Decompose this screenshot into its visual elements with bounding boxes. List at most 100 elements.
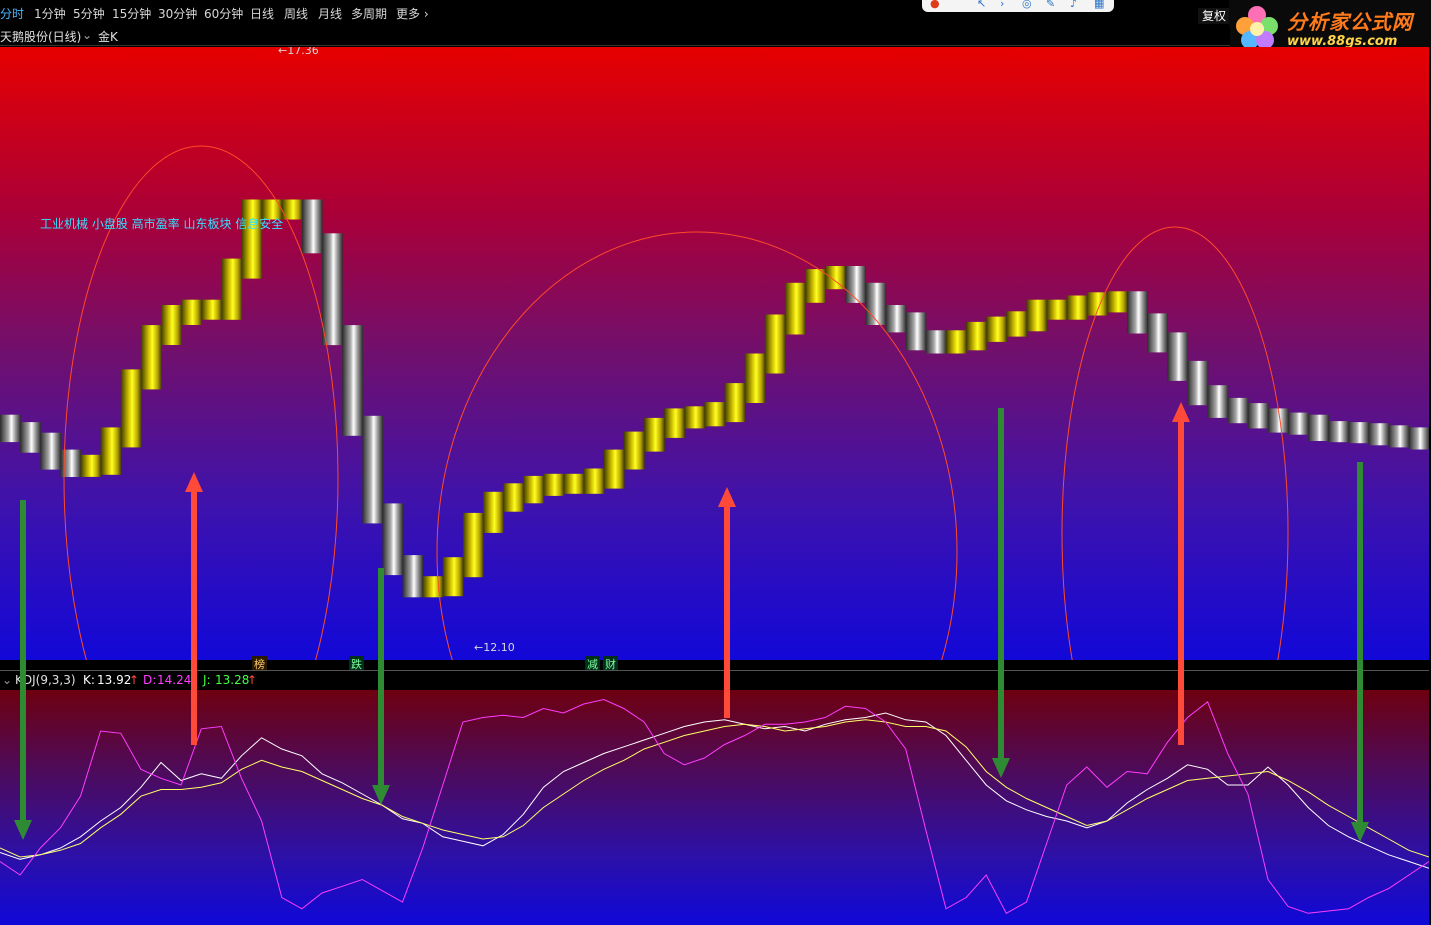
period-tab-more[interactable]: 更多 › (396, 6, 429, 22)
up-candle (120, 369, 142, 448)
up-candle (583, 468, 605, 494)
up-candle (784, 282, 806, 335)
up-candle (1107, 291, 1128, 313)
j-up-arrow-icon: ↑ (247, 673, 258, 687)
down-candle (1167, 332, 1189, 381)
up-candle (503, 483, 524, 512)
down-candle (1308, 414, 1329, 441)
up-candle (181, 299, 202, 325)
down-candle (40, 432, 61, 470)
up-candle (442, 557, 464, 597)
up-candle (704, 402, 726, 427)
target-icon[interactable]: ◎ (1022, 0, 1032, 10)
chart-title-bar: 天鹅股份(日线) ⌄ 金K (0, 27, 1230, 46)
down-candle (1368, 423, 1390, 446)
period-toolbar: 分时 1分钟 5分钟 15分钟 30分钟 60分钟 日线 周线 月线 多周期 更… (0, 0, 1431, 27)
kdj-header: ⌄ KDJ(9,3,3) K: 13.92 ↑ D: 14.24 ↓ J: 13… (0, 670, 1429, 691)
period-tab-1min[interactable]: 1分钟 (34, 6, 66, 22)
mic-icon[interactable]: ♪ (1070, 0, 1077, 10)
kdj-line-k (0, 712, 1429, 869)
down-candle (322, 233, 343, 346)
down-candle (1207, 385, 1229, 418)
up-candle (966, 321, 987, 351)
period-tab-30min[interactable]: 30分钟 (158, 6, 197, 22)
down-candle (1348, 422, 1370, 444)
kdj-name[interactable]: KDJ(9,3,3) (15, 673, 76, 687)
kdj-chart[interactable] (0, 690, 1429, 925)
dropdown-chevron-icon[interactable]: ⌄ (82, 28, 92, 42)
down-candle (905, 312, 927, 351)
floating-toolbar: ● ↖ › ◎ ✎ ♪ ▦ (922, 0, 1114, 12)
grid-icon[interactable]: ▦ (1094, 0, 1104, 10)
period-tab-daily[interactable]: 日线 (250, 6, 274, 22)
up-candle (764, 314, 786, 374)
arrow-icon[interactable]: › (1000, 0, 1004, 10)
up-candle (161, 305, 182, 345)
down-candle (1288, 412, 1309, 435)
down-candle (0, 414, 21, 443)
down-candle (20, 422, 41, 453)
stock-title: 天鹅股份(日线) (0, 30, 82, 44)
period-tab-multi[interactable]: 多周期 (351, 6, 387, 22)
down-candle (1187, 360, 1209, 406)
draw-icon[interactable]: ✎ (1046, 0, 1055, 10)
j-label: J: (203, 673, 211, 687)
down-candle (1328, 421, 1350, 443)
period-tab-5min[interactable]: 5分钟 (73, 6, 105, 22)
k-label: K: (83, 673, 95, 687)
more-label: 更多 (396, 7, 421, 21)
up-candle (744, 353, 766, 403)
period-tab-intraday[interactable]: 分时 (0, 6, 24, 22)
up-candle (483, 491, 504, 533)
up-candle (1066, 295, 1088, 320)
price-chart-panel[interactable]: 工业机械 小盘股 高市盈率 山东板块 信息安全 ←17.36 ←12.10 (0, 47, 1429, 660)
period-tab-15min[interactable]: 15分钟 (112, 6, 151, 22)
down-candle (1247, 403, 1269, 429)
logo-name: 分析家公式网 (1287, 10, 1413, 34)
up-candle (1046, 299, 1068, 320)
down-candle (362, 415, 383, 524)
down-candle (1127, 291, 1148, 334)
period-tab-monthly[interactable]: 月线 (318, 6, 342, 22)
down-candle (885, 305, 907, 333)
up-candle (623, 431, 645, 470)
up-candle (543, 473, 565, 496)
up-candle (1026, 299, 1048, 332)
up-candle (603, 449, 625, 489)
up-candle (986, 316, 1007, 342)
up-candle (422, 576, 444, 598)
price-band-candles (0, 199, 1429, 598)
down-candle (301, 199, 323, 254)
period-tab-60min[interactable]: 60分钟 (204, 6, 243, 22)
down-candle (402, 555, 424, 598)
fuquan-button[interactable]: 复权 (1198, 8, 1231, 24)
signal-strip: 榜 跌 减 财 (0, 656, 1429, 672)
up-candle (563, 473, 585, 494)
d-label: D: (143, 673, 157, 687)
up-candle (805, 269, 826, 303)
period-tab-weekly[interactable]: 周线 (284, 6, 308, 22)
price-chart[interactable] (0, 47, 1429, 660)
down-candle (865, 282, 887, 325)
up-candle (462, 512, 484, 578)
d-down-arrow-icon: ↓ (189, 673, 200, 687)
up-candle (946, 330, 967, 354)
j-value: 13.28 (215, 673, 250, 687)
down-candle (1388, 425, 1410, 448)
k-value: 13.92 (97, 673, 132, 687)
kdj-chart-panel[interactable] (0, 690, 1429, 925)
up-candle (825, 266, 846, 290)
up-candle (140, 325, 162, 390)
collapse-chevron-icon[interactable]: ⌄ (2, 673, 12, 687)
cursor-icon[interactable]: ↖ (977, 0, 986, 10)
indicator-name[interactable]: 金K (98, 28, 118, 45)
concept-tags: 工业机械 小盘股 高市盈率 山东板块 信息安全 (40, 217, 284, 231)
down-candle (845, 266, 866, 303)
low-price-label: ←12.10 (474, 641, 515, 654)
up-candle (1006, 311, 1027, 337)
up-candle (523, 475, 544, 504)
brand-icon[interactable]: ● (930, 0, 940, 10)
down-candle (1227, 397, 1249, 424)
kdj-lines (0, 698, 1429, 914)
k-up-arrow-icon: ↑ (129, 673, 140, 687)
